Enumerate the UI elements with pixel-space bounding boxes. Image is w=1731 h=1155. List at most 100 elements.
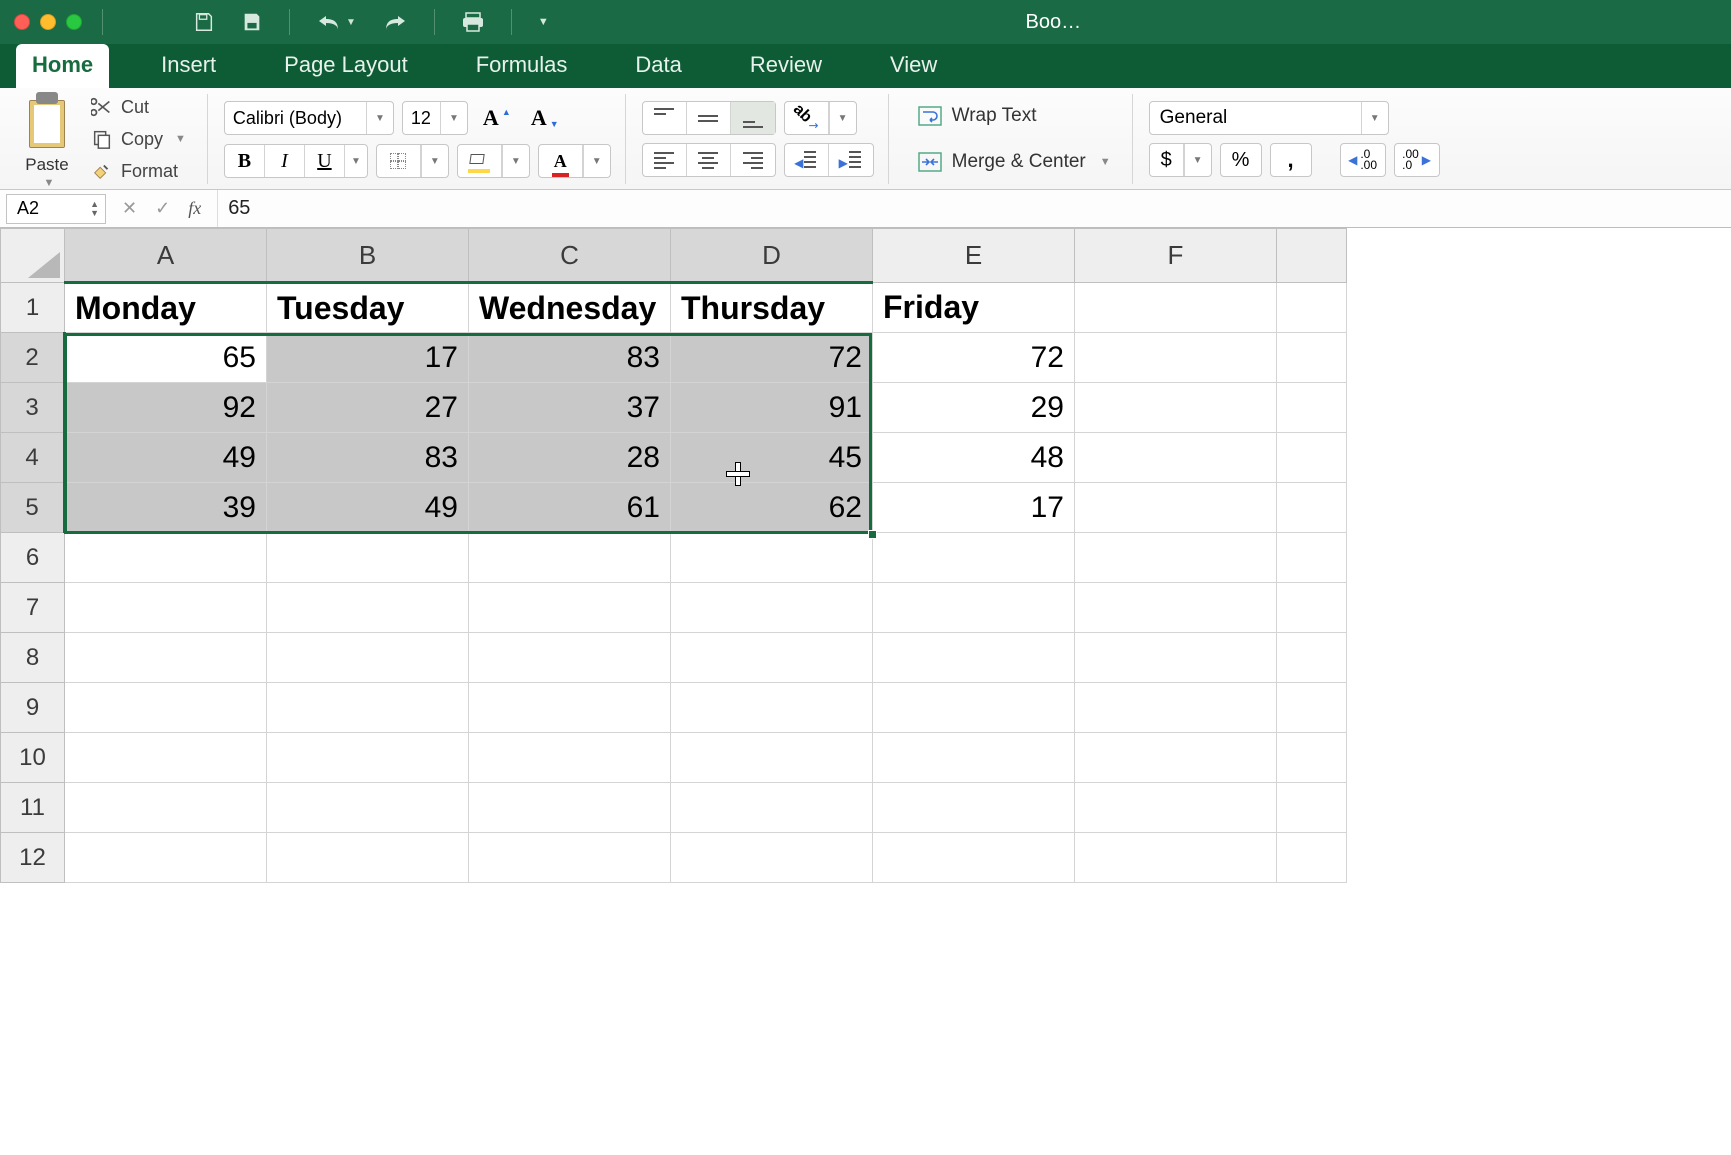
format-painter-button[interactable]: Format	[84, 157, 193, 185]
cell-F2[interactable]	[1075, 333, 1277, 383]
cell-D11[interactable]	[671, 783, 873, 833]
font-color-button[interactable]: A ▼	[538, 144, 611, 178]
align-bottom-button[interactable]	[731, 102, 775, 134]
cell-C1[interactable]: Wednesday	[469, 283, 671, 333]
cell-E7[interactable]	[873, 583, 1075, 633]
cell-B12[interactable]	[267, 833, 469, 883]
cell-A8[interactable]	[65, 633, 267, 683]
row-header-3[interactable]: 3	[1, 383, 65, 433]
row-header-6[interactable]: 6	[1, 533, 65, 583]
percent-button[interactable]: %	[1220, 143, 1262, 177]
align-left-button[interactable]	[643, 144, 687, 176]
cell-D1[interactable]: Thursday	[671, 283, 873, 333]
cell-D5[interactable]: 62	[671, 483, 873, 533]
cell-G1[interactable]	[1277, 283, 1347, 333]
cancel-formula-icon[interactable]: ✕	[122, 198, 137, 219]
cell-E4[interactable]: 48	[873, 433, 1075, 483]
increase-font-button[interactable]: A	[476, 100, 516, 136]
tab-home[interactable]: Home	[16, 44, 109, 88]
column-header-D[interactable]: D	[671, 229, 873, 283]
font-name-select[interactable]: ▼	[224, 101, 394, 135]
cell-A6[interactable]	[65, 533, 267, 583]
cell-A5[interactable]: 39	[65, 483, 267, 533]
cell-B5[interactable]: 49	[267, 483, 469, 533]
row-header-10[interactable]: 10	[1, 733, 65, 783]
column-header-A[interactable]: A	[65, 229, 267, 283]
cell-G2[interactable]	[1277, 333, 1347, 383]
cell-G4[interactable]	[1277, 433, 1347, 483]
cell-G10[interactable]	[1277, 733, 1347, 783]
row-header-8[interactable]: 8	[1, 633, 65, 683]
cell-G6[interactable]	[1277, 533, 1347, 583]
cell-D2[interactable]: 72	[671, 333, 873, 383]
chevron-down-icon[interactable]: ▼	[440, 102, 467, 134]
fx-icon[interactable]: fx	[188, 198, 201, 219]
number-format-input[interactable]	[1150, 103, 1361, 133]
number-format-select[interactable]: ▼	[1149, 101, 1389, 135]
cell-A1[interactable]: Monday	[65, 283, 267, 333]
tab-formulas[interactable]: Formulas	[460, 44, 584, 88]
cell-A4[interactable]: 49	[65, 433, 267, 483]
chevron-down-icon[interactable]: ▼	[1361, 102, 1388, 134]
cell-E1[interactable]: Friday	[873, 283, 1075, 333]
cell-E11[interactable]	[873, 783, 1075, 833]
cell-A10[interactable]	[65, 733, 267, 783]
cell-A2[interactable]: 65	[65, 333, 267, 383]
name-box[interactable]: A2 ▲▼	[6, 194, 106, 224]
cell-E12[interactable]	[873, 833, 1075, 883]
row-header-12[interactable]: 12	[1, 833, 65, 883]
cell-F1[interactable]	[1075, 283, 1277, 333]
cell-B8[interactable]	[267, 633, 469, 683]
cell-E8[interactable]	[873, 633, 1075, 683]
align-right-button[interactable]	[731, 144, 775, 176]
border-button[interactable]: ▼	[376, 144, 449, 178]
cell-B1[interactable]: Tuesday	[267, 283, 469, 333]
paste-label[interactable]: Paste	[25, 155, 68, 175]
cell-F12[interactable]	[1075, 833, 1277, 883]
row-header-1[interactable]: 1	[1, 283, 65, 333]
cell-F6[interactable]	[1075, 533, 1277, 583]
orientation-button[interactable]: ab↗ ▼	[784, 101, 857, 135]
row-header-11[interactable]: 11	[1, 783, 65, 833]
cell-G5[interactable]	[1277, 483, 1347, 533]
cell-E6[interactable]	[873, 533, 1075, 583]
cell-G3[interactable]	[1277, 383, 1347, 433]
column-header-C[interactable]: C	[469, 229, 671, 283]
select-all-corner[interactable]	[1, 229, 65, 283]
cell-D6[interactable]	[671, 533, 873, 583]
cell-A9[interactable]	[65, 683, 267, 733]
tab-view[interactable]: View	[874, 44, 953, 88]
wrap-text-button[interactable]: Wrap Text	[911, 100, 1118, 132]
tab-data[interactable]: Data	[619, 44, 697, 88]
cell-C3[interactable]: 37	[469, 383, 671, 433]
cell-C2[interactable]: 83	[469, 333, 671, 383]
copy-button[interactable]: Copy▼	[84, 125, 193, 153]
underline-button[interactable]: U	[305, 145, 345, 177]
cell-E3[interactable]: 29	[873, 383, 1075, 433]
decrease-font-button[interactable]: A	[524, 100, 564, 136]
cell-F5[interactable]	[1075, 483, 1277, 533]
tab-page-layout[interactable]: Page Layout	[268, 44, 424, 88]
cell-C10[interactable]	[469, 733, 671, 783]
chevron-down-icon[interactable]: ▼	[829, 102, 856, 134]
customize-qat-icon[interactable]: ▼	[538, 16, 549, 28]
cell-F11[interactable]	[1075, 783, 1277, 833]
cell-D9[interactable]	[671, 683, 873, 733]
save-icon[interactable]	[241, 11, 263, 33]
cell-D12[interactable]	[671, 833, 873, 883]
cell-C7[interactable]	[469, 583, 671, 633]
name-box-spinner[interactable]: ▲▼	[90, 200, 99, 218]
cell-B7[interactable]	[267, 583, 469, 633]
italic-button[interactable]: I	[265, 145, 305, 177]
cell-B10[interactable]	[267, 733, 469, 783]
bold-button[interactable]: B	[225, 145, 265, 177]
row-header-5[interactable]: 5	[1, 483, 65, 533]
chevron-down-icon[interactable]: ▼	[1100, 156, 1111, 168]
confirm-formula-icon[interactable]: ✓	[155, 198, 170, 219]
cell-B11[interactable]	[267, 783, 469, 833]
cell-B3[interactable]: 27	[267, 383, 469, 433]
cell-F9[interactable]	[1075, 683, 1277, 733]
paste-dropdown-icon[interactable]: ▼	[44, 177, 55, 189]
column-header-F[interactable]: F	[1075, 229, 1277, 283]
tab-review[interactable]: Review	[734, 44, 838, 88]
